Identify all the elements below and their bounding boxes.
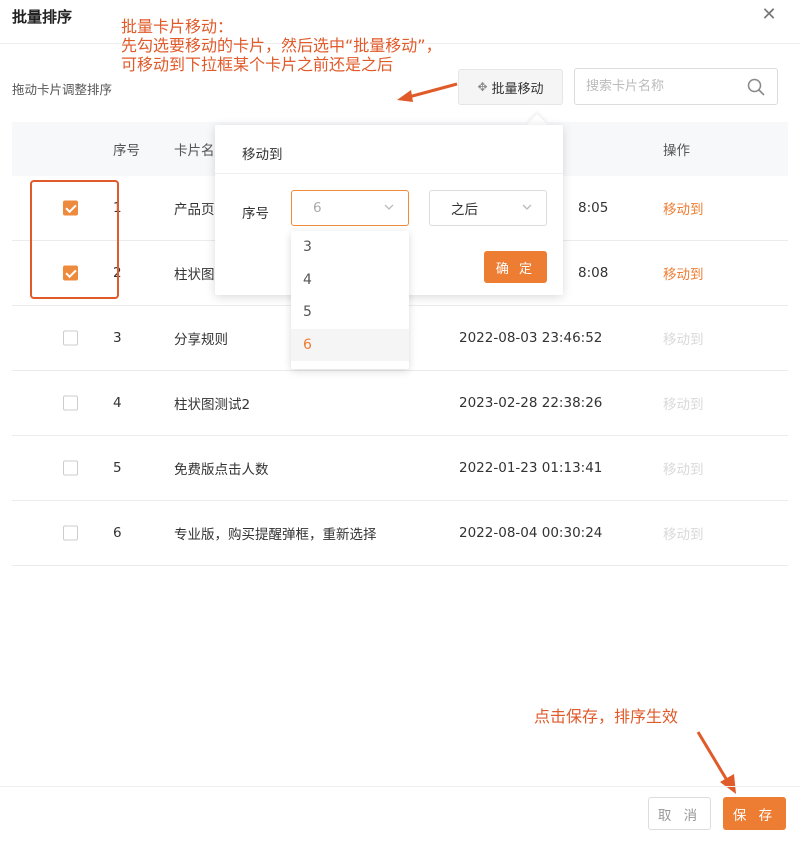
- header-index: 序号: [113, 143, 140, 159]
- row-time: 2022-08-04 00:30:24: [459, 525, 603, 541]
- dropdown-option[interactable]: 4: [291, 264, 409, 297]
- row-checkbox[interactable]: [63, 330, 78, 346]
- index-dropdown-menu: 3 4 5 6: [291, 231, 409, 369]
- dropdown-option[interactable]: 3: [291, 231, 409, 264]
- row-index: 3: [113, 330, 122, 346]
- batch-move-button[interactable]: ✥ 批量移动: [458, 69, 563, 105]
- row-checkbox[interactable]: [63, 460, 78, 476]
- index-label: 序号: [242, 206, 269, 222]
- chevron-down-icon: [384, 204, 394, 210]
- row-checkbox[interactable]: [63, 200, 78, 216]
- row-name: 产品页: [174, 202, 215, 218]
- drag-hint-text: 拖动卡片调整排序: [12, 82, 113, 97]
- row-index: 2: [113, 265, 122, 281]
- row-time: 2022-01-23 01:13:41: [459, 460, 603, 476]
- confirm-button[interactable]: 确 定: [484, 251, 547, 283]
- annotation-line: 先勾选要移动的卡片，然后选中“批量移动”，: [121, 36, 442, 55]
- row-name: 专业版，购买提醒弹框，重新选择: [174, 527, 377, 543]
- annotation-arrow-icon: [397, 82, 458, 102]
- index-select-value: 6: [313, 200, 322, 216]
- row-checkbox[interactable]: [63, 525, 78, 541]
- batch-move-annotation: 批量卡片移动： 先勾选要移动的卡片，然后选中“批量移动”， 可移动到下拉框某个卡…: [121, 17, 442, 74]
- header-operation: 操作: [663, 143, 690, 159]
- dropdown-option[interactable]: 5: [291, 296, 409, 329]
- header-name: 卡片名: [174, 143, 215, 159]
- table-row[interactable]: 5 免费版点击人数 2022-01-23 01:13:41 移动到: [12, 436, 788, 501]
- annotation-line: 可移动到下拉框某个卡片之前还是之后: [121, 55, 394, 74]
- move-to-link: 移动到: [663, 397, 704, 413]
- chevron-down-icon: [522, 204, 532, 210]
- row-name: 柱状图测试2: [174, 397, 251, 413]
- row-index: 6: [113, 525, 122, 541]
- row-index: 5: [113, 460, 122, 476]
- row-time: 8:05: [578, 200, 609, 216]
- save-button[interactable]: 保 存: [723, 797, 786, 830]
- footer-divider: [0, 786, 800, 787]
- position-select[interactable]: 之后: [429, 190, 547, 226]
- modal-title: 批量排序: [12, 8, 73, 26]
- row-checkbox[interactable]: [63, 265, 78, 281]
- search-icon[interactable]: [747, 78, 765, 96]
- row-time: 2022-08-03 23:46:52: [459, 330, 603, 346]
- move-to-link: 移动到: [663, 332, 704, 348]
- index-select[interactable]: 6: [291, 190, 409, 226]
- search-input[interactable]: [575, 69, 735, 104]
- cancel-button[interactable]: 取 消: [648, 797, 711, 830]
- move-to-link: 移动到: [663, 462, 704, 478]
- save-annotation: 点击保存，排序生效: [534, 707, 679, 726]
- move-to-link[interactable]: 移动到: [663, 198, 704, 218]
- position-select-value: 之后: [451, 202, 478, 218]
- popover-divider: [215, 173, 563, 174]
- table-row[interactable]: 4 柱状图测试2 2023-02-28 22:38:26 移动到: [12, 371, 788, 436]
- annotation-line: 批量卡片移动：: [121, 17, 234, 36]
- search-box[interactable]: [574, 68, 778, 105]
- move-icon: ✥: [477, 80, 488, 94]
- row-time: 8:08: [578, 265, 609, 281]
- move-to-link[interactable]: 移动到: [663, 263, 704, 283]
- close-icon[interactable]: ✕: [758, 4, 780, 26]
- table-row[interactable]: 6 专业版，购买提醒弹框，重新选择 2022-08-04 00:30:24 移动…: [12, 501, 788, 566]
- row-index: 1: [113, 200, 122, 216]
- dropdown-option-selected[interactable]: 6: [291, 328, 409, 361]
- row-index: 4: [113, 395, 122, 411]
- popover-title: 移动到: [242, 147, 283, 163]
- row-name: 分享规则: [174, 332, 228, 348]
- row-time: 2023-02-28 22:38:26: [459, 395, 603, 411]
- row-name: 免费版点击人数: [174, 462, 269, 478]
- row-name: 柱状图: [174, 267, 215, 283]
- move-to-link: 移动到: [663, 527, 704, 543]
- row-checkbox[interactable]: [63, 395, 78, 411]
- batch-move-label: 批量移动: [491, 81, 544, 97]
